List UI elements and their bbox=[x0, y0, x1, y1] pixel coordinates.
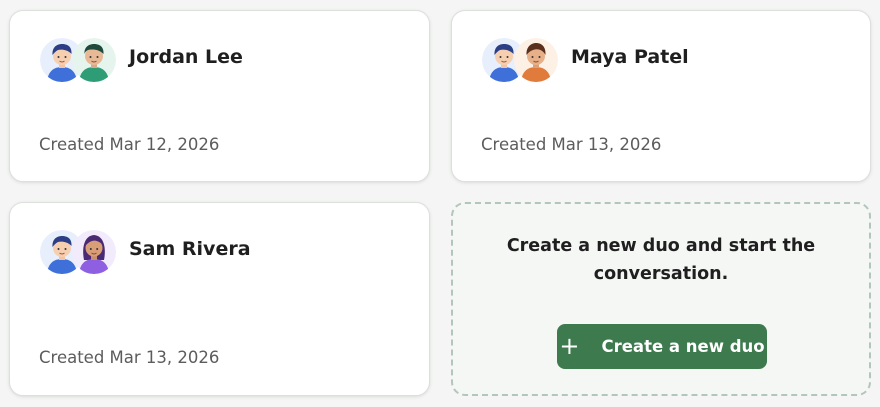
partner-avatar-green-shirt-icon bbox=[72, 38, 116, 82]
partner-avatar-purple-shirt-icon bbox=[72, 230, 116, 274]
create-duo-card: Create a new duo and start the conversat… bbox=[451, 202, 871, 396]
duo-avatars bbox=[482, 38, 558, 82]
duo-name: Sam Rivera bbox=[129, 238, 251, 260]
duo-created-date: Created Mar 13, 2026 bbox=[481, 135, 662, 154]
duo-avatars bbox=[40, 230, 116, 274]
plus-icon: + bbox=[559, 331, 580, 360]
partner-avatar-orange-shirt-icon bbox=[514, 38, 558, 82]
duo-card-sam-rivera[interactable]: Sam Rivera Created Mar 13, 2026 bbox=[9, 202, 430, 396]
create-duo-button-label: Create a new duo bbox=[601, 337, 765, 356]
create-duo-button[interactable]: + Create a new duo bbox=[557, 324, 767, 369]
duo-name: Maya Patel bbox=[571, 46, 689, 68]
duo-card-jordan-lee[interactable]: Jordan Lee Created Mar 12, 2026 bbox=[9, 10, 430, 182]
duo-avatars bbox=[40, 38, 116, 82]
create-duo-prompt: Create a new duo and start the conversat… bbox=[506, 236, 816, 284]
duo-name: Jordan Lee bbox=[129, 46, 243, 68]
duo-card-maya-patel[interactable]: Maya Patel Created Mar 13, 2026 bbox=[451, 10, 871, 182]
duo-created-date: Created Mar 13, 2026 bbox=[39, 348, 220, 367]
duo-created-date: Created Mar 12, 2026 bbox=[39, 135, 220, 154]
